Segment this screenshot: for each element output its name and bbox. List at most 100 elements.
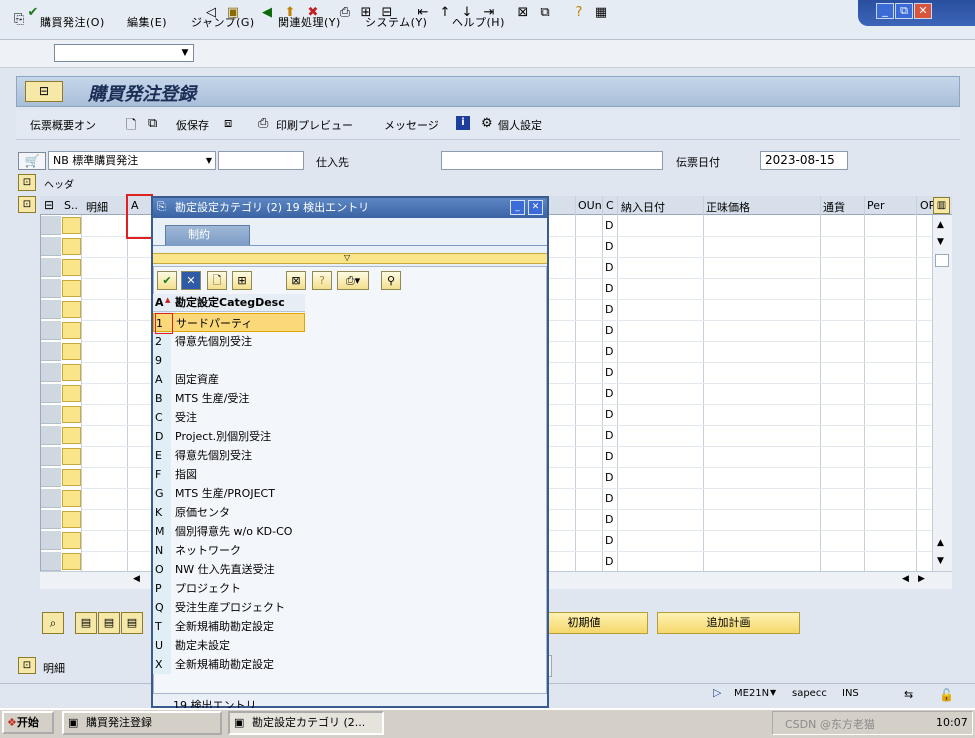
row-selector[interactable] [41, 510, 61, 529]
list-item[interactable]: M 個別得意先 w/o KD-CO [153, 522, 305, 541]
scroll-up-icon[interactable]: ▲ [937, 538, 944, 548]
print-preview-button[interactable]: 印刷プレビュー [276, 117, 353, 133]
doc-overview-button[interactable]: 伝票概要オン [30, 117, 96, 133]
date-category-cell[interactable]: D [605, 282, 613, 295]
row-selector[interactable] [41, 258, 61, 277]
row-selector[interactable] [41, 384, 61, 403]
row-selector[interactable] [41, 405, 61, 424]
col-delivery-date[interactable]: 納入日付 [621, 199, 665, 215]
list-item[interactable]: 1 サードパーティ [153, 313, 305, 334]
list-item[interactable]: Q 受注生産プロジェクト [153, 598, 305, 617]
doc-type-select[interactable]: NB 標準購買発注 ▼ [48, 151, 216, 170]
date-category-cell[interactable]: D [605, 219, 613, 232]
row-selector[interactable] [41, 363, 61, 382]
status-cell[interactable] [62, 490, 81, 507]
doc-date-field[interactable]: 2023-08-15 [760, 151, 848, 170]
last-page-icon[interactable]: ⇥ [480, 4, 498, 22]
menu-purchase-order[interactable]: 購買発注(O) [40, 14, 105, 30]
dialog-menu-icon[interactable]: ⎘ [157, 200, 166, 214]
list-item[interactable]: X 全新規補助勘定設定 [153, 655, 305, 674]
chevron-down-icon[interactable]: ▼ [176, 44, 194, 62]
status-cell[interactable] [62, 259, 81, 276]
menu-icon[interactable]: ⎘ [14, 12, 24, 27]
row-selector[interactable] [41, 531, 61, 550]
find-next-icon[interactable]: ⊟ [378, 4, 396, 22]
status-cell[interactable] [62, 469, 81, 486]
select-all-icon[interactable]: ▤ [75, 612, 97, 634]
col-net-price[interactable]: 正味価格 [706, 199, 750, 215]
hold-button[interactable]: 仮保存 [176, 117, 209, 133]
date-category-cell[interactable]: D [605, 492, 613, 505]
tab-restrictions[interactable]: 制約 [165, 225, 250, 245]
task-value-help[interactable]: ▣ 勘定設定カテゴリ (2... [228, 711, 384, 735]
enter-icon[interactable]: ✔ [24, 4, 42, 22]
list-item[interactable]: C 受注 [153, 408, 305, 427]
row-selector[interactable] [41, 447, 61, 466]
scroll-left-icon[interactable]: ◀ [902, 574, 909, 584]
date-category-cell[interactable]: D [605, 303, 613, 316]
menu-jump[interactable]: ジャンプ(G) [191, 14, 255, 30]
list-item[interactable]: T 全新規補助勘定設定 [153, 617, 305, 636]
status-cell[interactable] [62, 322, 81, 339]
date-category-cell[interactable]: D [605, 471, 613, 484]
date-category-cell[interactable]: D [605, 513, 613, 526]
personal-value-icon[interactable]: ⚲ [381, 271, 401, 290]
list-item[interactable]: 9 [153, 351, 305, 370]
start-button[interactable]: ❖开始 [2, 711, 54, 734]
deselect-all-icon[interactable]: ▤ [98, 612, 120, 634]
date-category-cell[interactable]: D [605, 261, 613, 274]
new-doc-icon[interactable]: 🗋 [126, 116, 136, 138]
list-item[interactable]: B MTS 生産/受注 [153, 389, 305, 408]
expand-arrow-icon[interactable]: ▽ [344, 253, 350, 262]
list-item[interactable]: G MTS 生産/PROJECT [153, 484, 305, 503]
row-selector[interactable] [41, 426, 61, 445]
scroll-thumb[interactable] [935, 254, 949, 267]
cancel-icon[interactable]: ✕ [181, 271, 201, 290]
list-item[interactable]: P プロジェクト [153, 579, 305, 598]
list-item[interactable]: F 指図 [153, 465, 305, 484]
restore-button[interactable]: ⧉ [895, 3, 913, 19]
table-settings-icon[interactable]: ⊟ [44, 198, 54, 212]
collapse-items-icon[interactable]: ⊡ [18, 196, 36, 213]
first-page-icon[interactable]: ⇤ [414, 4, 432, 22]
col-currency[interactable]: 通貨 [823, 199, 845, 215]
column-config-icon[interactable]: ▥ [933, 197, 950, 214]
status-cell[interactable] [62, 217, 81, 234]
date-category-cell[interactable]: D [605, 408, 613, 421]
list-item[interactable]: U 勘定未設定 [153, 636, 305, 655]
status-cell[interactable] [62, 238, 81, 255]
exit-icon[interactable]: ⬆ [281, 4, 299, 22]
menu-edit[interactable]: 編集(E) [127, 14, 167, 30]
print-icon[interactable]: ⎙ [336, 4, 354, 22]
find-icon[interactable]: ⊞ [232, 271, 252, 290]
vendor-field[interactable] [441, 151, 663, 170]
back-arrow-icon[interactable]: ◁ [202, 4, 220, 22]
row-selector[interactable] [41, 489, 61, 508]
status-cell[interactable] [62, 511, 81, 528]
list-item[interactable]: K 原価センタ [153, 503, 305, 522]
cart-icon[interactable]: 🛒 [18, 152, 46, 170]
col-item[interactable]: 明細 [86, 199, 108, 215]
date-category-cell[interactable]: D [605, 450, 613, 463]
date-category-cell[interactable]: D [605, 345, 613, 358]
cancel-icon[interactable]: ✖ [304, 4, 322, 22]
status-cell[interactable] [62, 385, 81, 402]
check-icon[interactable]: ⧈ [224, 116, 232, 131]
layout-icon[interactable]: ▦ [592, 4, 610, 22]
row-selector[interactable] [41, 468, 61, 487]
col-code-header[interactable]: A [155, 294, 164, 311]
col-date-cat[interactable]: C [606, 199, 614, 212]
save-icon[interactable]: ▣ [224, 4, 242, 22]
prev-page-icon[interactable]: ↑ [436, 4, 454, 22]
add-planning-button[interactable]: 追加計画 [657, 612, 800, 634]
expand-detail-icon[interactable]: ⊡ [18, 657, 36, 674]
row-selector[interactable] [41, 342, 61, 361]
expand-header-icon[interactable]: ⊡ [18, 174, 36, 191]
list-item[interactable]: N ネットワーク [153, 541, 305, 560]
doc-number-field[interactable] [218, 151, 304, 170]
more-icon[interactable]: ⊠ [286, 271, 306, 290]
chevron-down-icon[interactable]: ▼ [770, 688, 776, 697]
row-selector[interactable] [41, 300, 61, 319]
row-selector[interactable] [41, 321, 61, 340]
date-category-cell[interactable]: D [605, 324, 613, 337]
